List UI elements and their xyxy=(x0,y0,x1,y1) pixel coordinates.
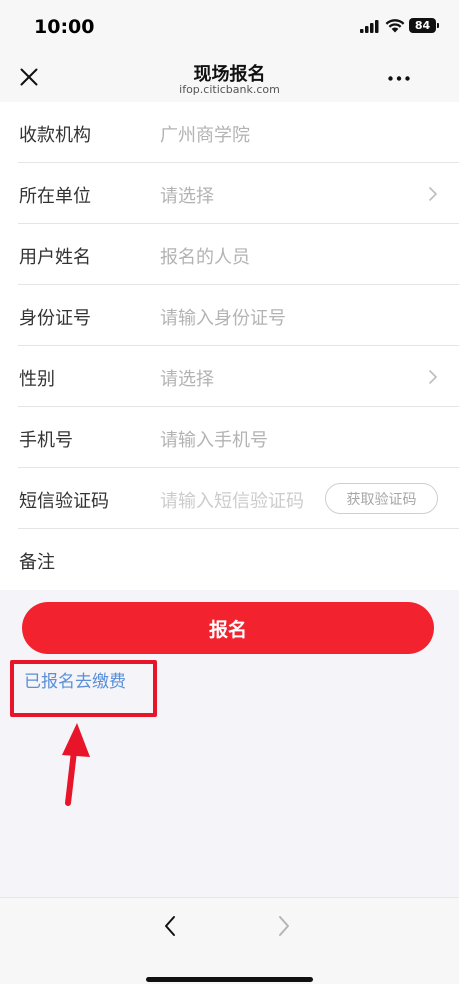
wifi-icon xyxy=(385,19,405,33)
home-indicator xyxy=(146,977,313,982)
annotation-arrow-icon xyxy=(62,723,90,806)
gender-label: 性别 xyxy=(19,369,55,390)
battery-tip xyxy=(437,23,439,28)
battery-level: 84 xyxy=(414,19,431,32)
registration-form: 收款机构 广州商学院 所在单位 请选择 用户姓名 报名的人员 身份证号 请输入身… xyxy=(0,102,459,590)
phone-label: 手机号 xyxy=(19,430,73,451)
phone-input[interactable]: 请输入手机号 xyxy=(160,426,268,452)
annotation-highlight-box xyxy=(10,660,157,717)
id-number-input[interactable]: 请输入身份证号 xyxy=(160,304,286,330)
form-row-gender[interactable]: 性别 请选择 xyxy=(0,346,459,407)
back-icon[interactable] xyxy=(163,915,177,937)
chevron-right-icon xyxy=(428,369,438,385)
gender-select[interactable]: 请选择 xyxy=(160,365,214,391)
sms-code-label: 短信验证码 xyxy=(19,491,109,512)
form-row-remarks: 备注 xyxy=(0,529,459,590)
form-row-name: 用户姓名 报名的人员 xyxy=(0,224,459,285)
organization-label: 所在单位 xyxy=(19,186,91,207)
sms-code-input[interactable]: 请输入短信验证码 xyxy=(160,487,304,513)
form-row-id-number: 身份证号 请输入身份证号 xyxy=(0,285,459,346)
battery-icon: 84 xyxy=(409,18,436,33)
institution-value: 广州商学院 xyxy=(160,125,250,146)
form-row-sms-code: 短信验证码 请输入短信验证码 获取验证码 xyxy=(0,468,459,529)
register-button[interactable]: 报名 xyxy=(22,602,434,654)
more-icon[interactable] xyxy=(388,76,410,81)
forward-icon[interactable] xyxy=(277,915,291,937)
form-row-organization[interactable]: 所在单位 请选择 xyxy=(0,163,459,224)
status-time: 10:00 xyxy=(34,16,95,38)
chevron-right-icon xyxy=(428,186,438,202)
name-input[interactable]: 报名的人员 xyxy=(160,243,250,269)
signal-icon xyxy=(360,20,379,33)
id-number-label: 身份证号 xyxy=(19,308,91,329)
remarks-label: 备注 xyxy=(19,552,55,573)
status-bar: 10:00 84 xyxy=(0,0,459,52)
form-row-phone: 手机号 请输入手机号 xyxy=(0,407,459,468)
form-row-institution: 收款机构 广州商学院 xyxy=(0,102,459,163)
bottom-toolbar xyxy=(0,897,459,984)
institution-label: 收款机构 xyxy=(19,125,91,146)
get-code-button[interactable]: 获取验证码 xyxy=(325,483,438,514)
organization-select[interactable]: 请选择 xyxy=(160,182,214,208)
page-domain: ifop.citicbank.com xyxy=(179,83,280,96)
name-label: 用户姓名 xyxy=(19,247,91,268)
nav-bar: 现场报名 ifop.citicbank.com xyxy=(0,52,459,102)
